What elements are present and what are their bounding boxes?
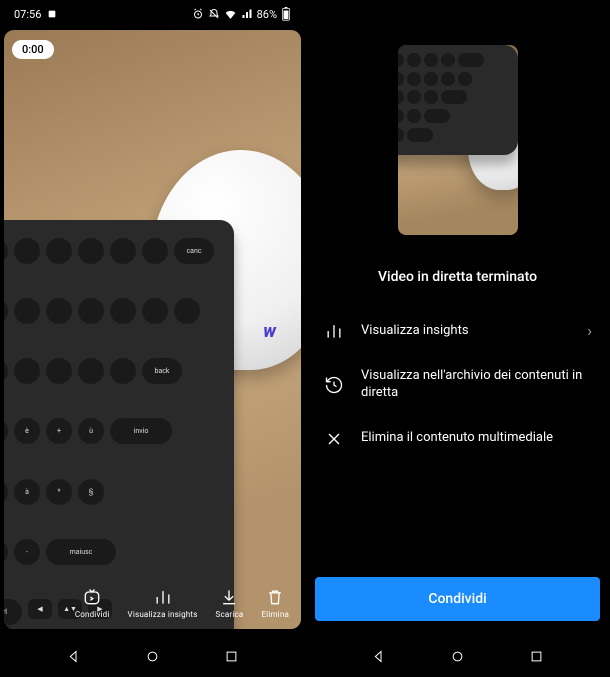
delete-label: Elimina: [261, 610, 289, 619]
android-nav-bar: [305, 635, 610, 677]
close-icon: [324, 429, 344, 449]
video-thumbnail[interactable]: [398, 45, 518, 235]
menu-insights-label: Visualizza insights: [361, 323, 571, 340]
nav-back-button[interactable]: [371, 649, 386, 664]
bottom-toolbar: Condividi Visualizza insights Scarica El…: [4, 587, 301, 619]
menu-delete-label: Elimina il contenuto multimediale: [361, 430, 592, 447]
download-icon: [219, 587, 239, 607]
battery-icon: [281, 7, 291, 21]
download-label: Scarica: [216, 610, 244, 619]
insights-icon: [153, 587, 173, 607]
alarm-icon: [192, 8, 204, 20]
chevron-right-icon: ›: [587, 321, 592, 342]
menu-archive[interactable]: Visualizza nell'archivio dei contenuti i…: [313, 355, 602, 415]
left-screen: 07:56 86% 0:00 canc: [0, 0, 305, 677]
nav-recent-button[interactable]: [529, 649, 544, 664]
trash-icon: [265, 587, 285, 607]
share-primary-button[interactable]: Condividi: [315, 577, 600, 621]
share-button[interactable]: Condividi: [75, 587, 110, 619]
dnd-icon: [208, 8, 220, 20]
delete-button[interactable]: Elimina: [261, 587, 289, 619]
download-button[interactable]: Scarica: [216, 587, 244, 619]
insights-label: Visualizza insights: [128, 610, 198, 619]
history-icon: [324, 375, 344, 395]
nav-recent-button[interactable]: [224, 649, 239, 664]
keyboard-prop: canc back ìè+ùinvio òà*§ :-maiusc: [4, 220, 234, 629]
status-time: 07:56: [14, 8, 41, 21]
android-nav-bar: [0, 635, 305, 677]
menu-insights[interactable]: Visualizza insights ›: [313, 307, 602, 355]
screenshot-icon: [47, 9, 57, 19]
status-battery: 86%: [257, 8, 277, 21]
igtv-icon: [82, 587, 102, 607]
timer-badge: 0:00: [12, 40, 54, 59]
action-sheet: Video in diretta terminato Visualizza in…: [305, 245, 610, 635]
wifi-icon: [224, 8, 237, 21]
nav-back-button[interactable]: [66, 649, 81, 664]
nav-home-button[interactable]: [145, 649, 160, 664]
status-bar: 07:56 86%: [0, 4, 305, 24]
video-preview: 0:00 canc back ìè+ùinvio òà*§: [4, 30, 301, 629]
signal-icon: [241, 8, 253, 20]
insights-button[interactable]: Visualizza insights: [128, 587, 198, 619]
share-label: Condividi: [75, 610, 110, 619]
thumbnail-area: [305, 0, 610, 245]
insights-icon: [324, 321, 344, 341]
sheet-title: Video in diretta terminato: [305, 245, 610, 307]
nav-home-button[interactable]: [450, 649, 465, 664]
menu-archive-label: Visualizza nell'archivio dei contenuti i…: [361, 368, 592, 402]
menu-delete[interactable]: Elimina il contenuto multimediale: [313, 415, 602, 463]
right-screen: Video in diretta terminato Visualizza in…: [305, 0, 610, 677]
